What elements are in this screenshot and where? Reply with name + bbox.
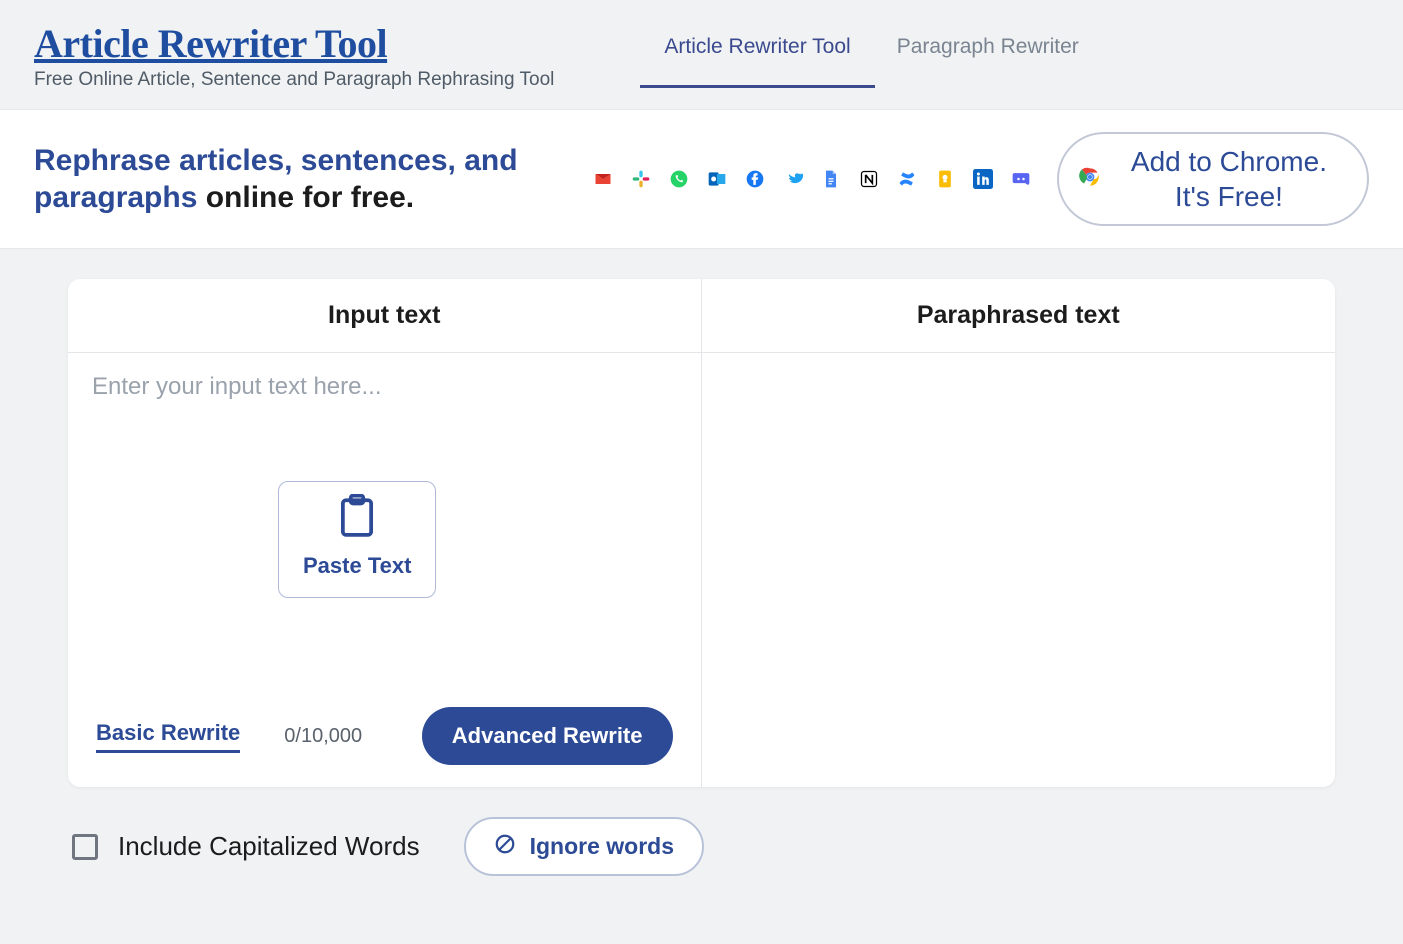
outlook-icon	[707, 169, 727, 189]
output-textarea	[702, 353, 1336, 787]
nav-article-rewriter[interactable]: Article Rewriter Tool	[664, 27, 850, 85]
gmail-icon	[593, 169, 613, 189]
input-placeholder: Enter your input text here...	[92, 373, 677, 401]
nav-paragraph-rewriter[interactable]: Paragraph Rewriter	[897, 27, 1079, 85]
whatsapp-icon	[669, 169, 689, 189]
chrome-icon	[1077, 164, 1103, 195]
logo-subtitle: Free Online Article, Sentence and Paragr…	[34, 69, 554, 91]
ignore-words-button[interactable]: Ignore words	[464, 817, 704, 876]
ban-icon	[494, 833, 516, 860]
output-heading: Paraphrased text	[702, 279, 1336, 353]
primary-nav: Article Rewriter Tool Paragraph Rewriter	[664, 27, 1078, 85]
input-pane: Input text Enter your input text here...…	[68, 279, 702, 787]
linkedin-icon	[973, 169, 993, 189]
output-pane: Paraphrased text	[702, 279, 1336, 787]
integration-icons	[593, 169, 1031, 189]
include-capitalized-label: Include Capitalized Words	[118, 831, 420, 862]
site-header: Article Rewriter Tool Free Online Articl…	[0, 0, 1403, 109]
checkbox-icon	[72, 834, 98, 860]
options-row: Include Capitalized Words Ignore words	[68, 787, 1335, 876]
facebook-icon	[745, 169, 765, 189]
paste-text-button[interactable]: Paste Text	[278, 481, 436, 598]
add-to-chrome-button[interactable]: Add to Chrome. It's Free!	[1057, 132, 1369, 226]
char-counter: 0/10,000	[284, 725, 362, 748]
paste-text-label: Paste Text	[303, 553, 411, 579]
promo-bar: Rephrase articles, sentences, and paragr…	[0, 109, 1403, 249]
discord-icon	[1011, 169, 1031, 189]
advanced-rewrite-button[interactable]: Advanced Rewrite	[422, 707, 673, 765]
google-docs-icon	[821, 169, 841, 189]
include-capitalized-checkbox[interactable]: Include Capitalized Words	[72, 831, 420, 862]
confluence-icon	[897, 169, 917, 189]
add-to-chrome-label: Add to Chrome. It's Free!	[1131, 144, 1327, 214]
logo-block: Article Rewriter Tool Free Online Articl…	[34, 20, 554, 91]
input-textarea[interactable]: Enter your input text here... Paste Text	[68, 353, 701, 693]
input-heading: Input text	[68, 279, 701, 353]
editor-card: Input text Enter your input text here...…	[68, 279, 1335, 787]
slack-icon	[631, 169, 651, 189]
notion-icon	[859, 169, 879, 189]
basic-rewrite-tab[interactable]: Basic Rewrite	[96, 720, 240, 753]
input-footer: Basic Rewrite 0/10,000 Advanced Rewrite	[68, 693, 701, 787]
twitter-icon	[783, 169, 803, 189]
clipboard-icon	[337, 494, 377, 543]
logo-link[interactable]: Article Rewriter Tool	[34, 21, 387, 66]
promo-text: Rephrase articles, sentences, and paragr…	[34, 142, 518, 217]
workspace: Input text Enter your input text here...…	[0, 249, 1403, 876]
google-keep-icon	[935, 169, 955, 189]
ignore-words-label: Ignore words	[530, 833, 674, 860]
